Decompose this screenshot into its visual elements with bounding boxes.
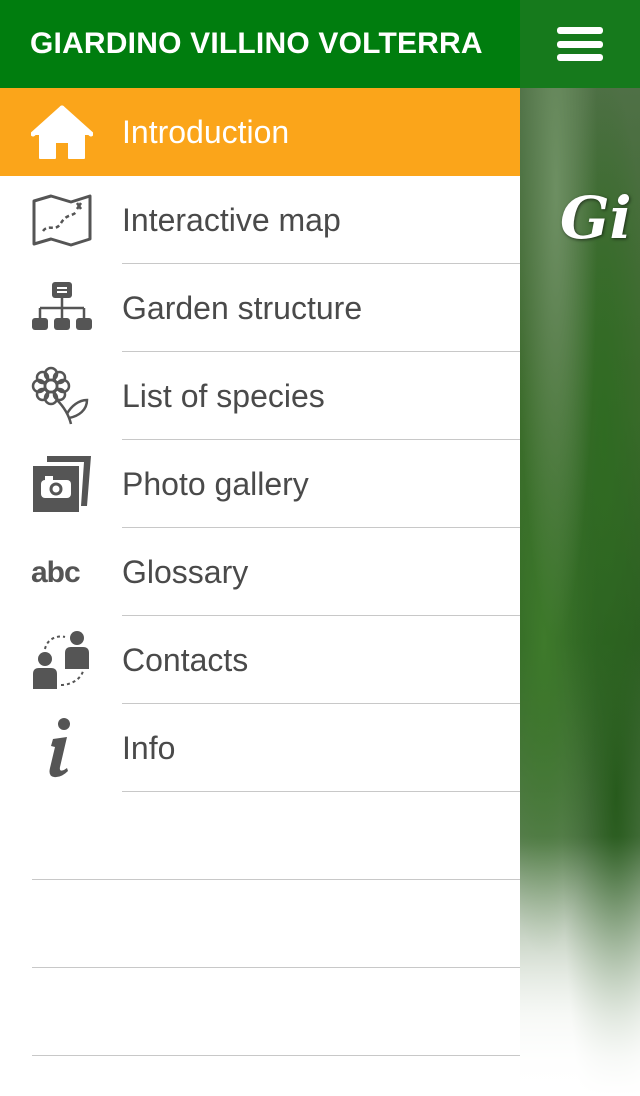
hierarchy-icon xyxy=(30,276,94,340)
menu-label: Interactive map xyxy=(122,201,341,238)
svg-text:abc: abc xyxy=(31,556,80,589)
garden-photo: Gi xyxy=(520,88,640,1096)
people-icon xyxy=(30,628,94,692)
empty-row xyxy=(0,792,520,880)
info-icon xyxy=(30,716,94,780)
app-title: GIARDINO VILLINO VOLTERRA xyxy=(30,27,483,60)
menu-item-list-of-species[interactable]: List of species xyxy=(0,352,520,440)
menu-item-photo-gallery[interactable]: Photo gallery xyxy=(0,440,520,528)
main-header xyxy=(520,0,640,88)
drawer-header: GIARDINO VILLINO VOLTERRA xyxy=(0,0,520,88)
menu-label: Contacts xyxy=(122,641,249,678)
menu-label: Glossary xyxy=(122,553,249,590)
menu-item-glossary[interactable]: abc Glossary xyxy=(0,528,520,616)
menu-label: Photo gallery xyxy=(122,465,309,502)
menu-label: Introduction xyxy=(122,113,290,150)
menu-item-introduction[interactable]: Introduction xyxy=(0,88,520,176)
photo-title: Gi xyxy=(560,184,632,252)
empty-row xyxy=(0,968,520,1056)
flower-icon xyxy=(30,364,94,428)
menu-item-info[interactable]: Info xyxy=(0,704,520,792)
menu-list: Introduction Interactive map Garden stru… xyxy=(0,88,520,792)
photo-fade xyxy=(520,836,640,1096)
empty-row xyxy=(0,880,520,968)
abc-icon: abc xyxy=(30,540,94,604)
map-icon xyxy=(30,188,94,252)
main-content-panel[interactable]: Gi xyxy=(520,0,640,1096)
hamburger-icon[interactable] xyxy=(557,27,603,61)
menu-item-garden-structure[interactable]: Garden structure xyxy=(0,264,520,352)
menu-label: Garden structure xyxy=(122,289,363,326)
menu-item-contacts[interactable]: Contacts xyxy=(0,616,520,704)
divider xyxy=(32,1055,520,1056)
menu-item-interactive-map[interactable]: Interactive map xyxy=(0,176,520,264)
menu-label: List of species xyxy=(122,377,325,414)
navigation-drawer: GIARDINO VILLINO VOLTERRA Introduction I… xyxy=(0,0,520,1096)
camera-icon xyxy=(30,452,94,516)
home-icon xyxy=(30,100,94,164)
menu-label: Info xyxy=(122,729,176,766)
